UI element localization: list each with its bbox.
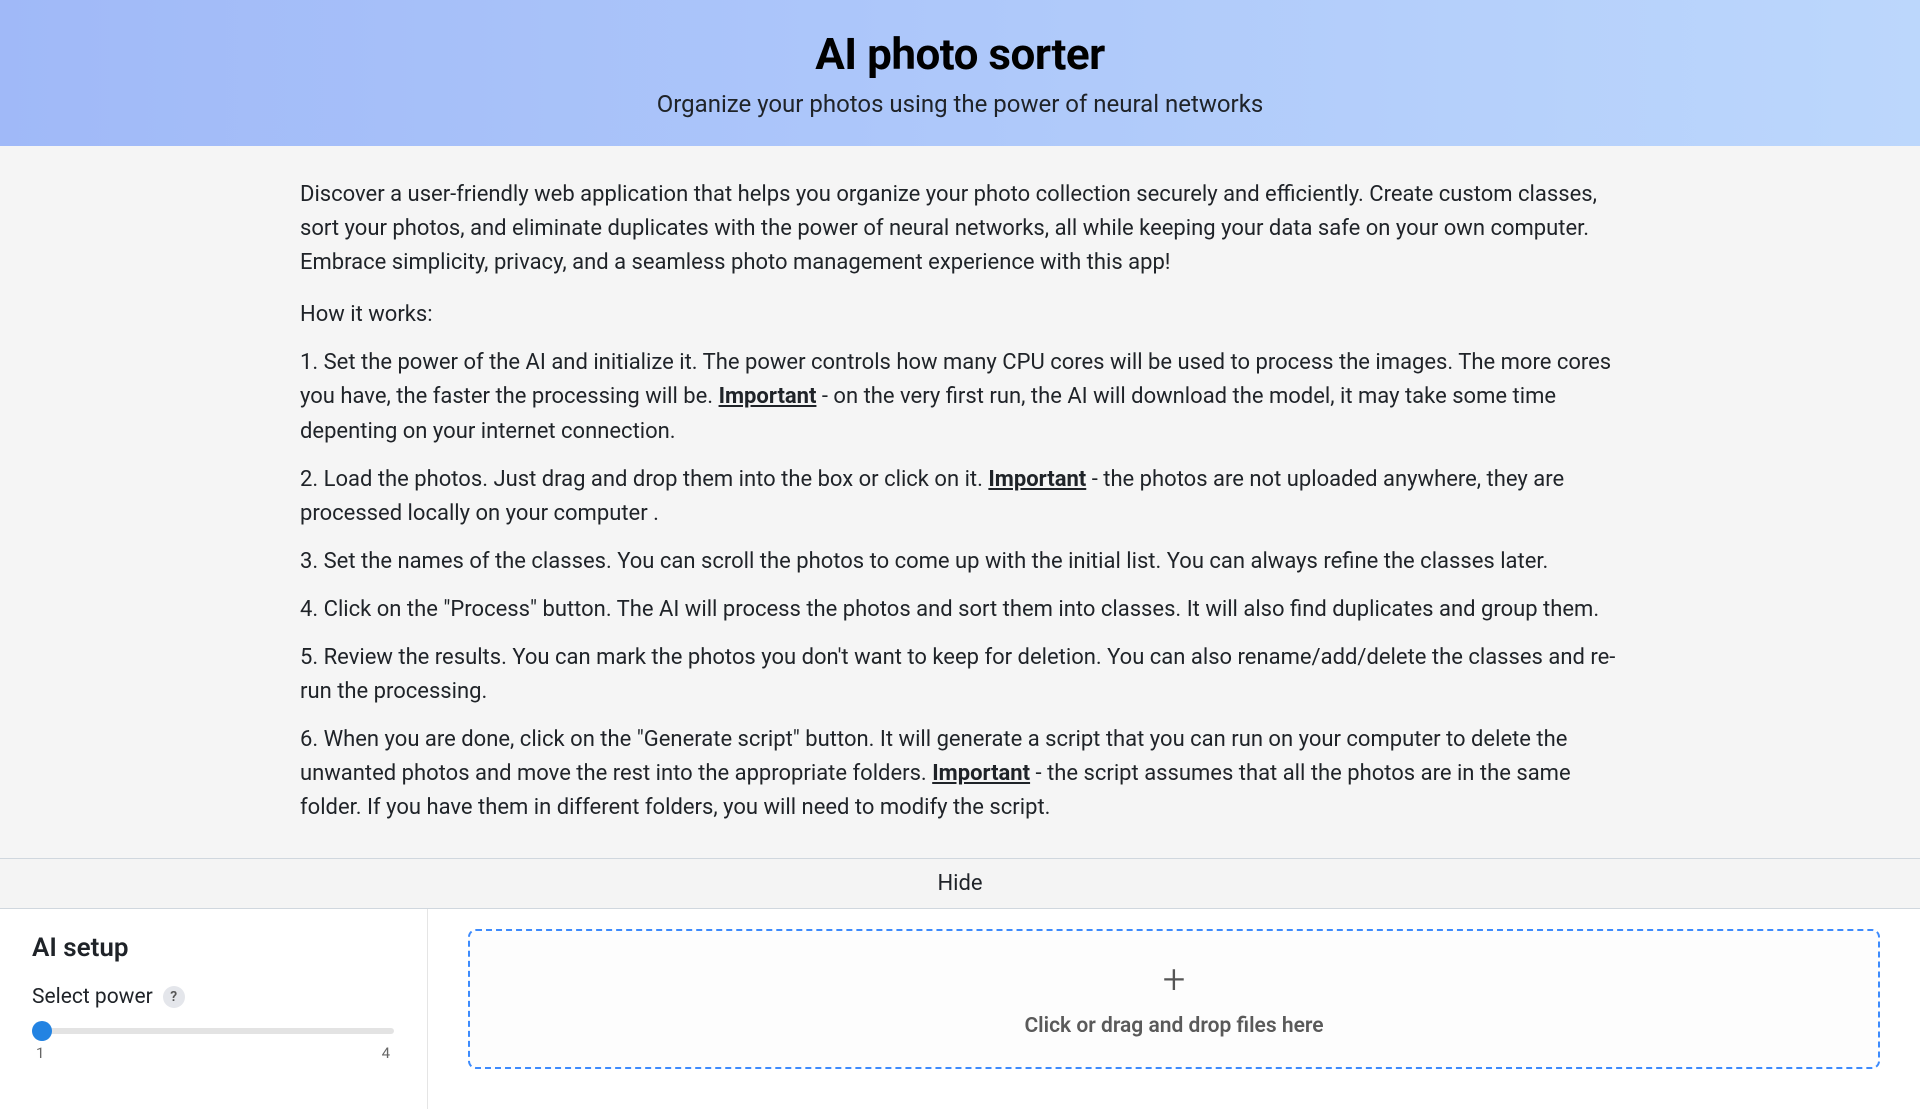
page-subtitle: Organize your photos using the power of … — [0, 90, 1920, 118]
step-1-important: Important — [719, 384, 817, 409]
step-3: 3. Set the names of the classes. You can… — [300, 545, 1620, 579]
file-dropzone[interactable]: + Click or drag and drop files here — [468, 929, 1880, 1069]
step-2-important: Important — [988, 467, 1086, 492]
how-it-works-label: How it works: — [300, 298, 1620, 332]
hide-button[interactable]: Hide — [0, 858, 1920, 909]
step-6: 6. When you are done, click on the "Gene… — [300, 723, 1620, 825]
steps-list: 1. Set the power of the AI and initializ… — [300, 346, 1620, 825]
lower-panel: AI setup Select power ? 1 4 + Click or d… — [0, 909, 1920, 1109]
slider-min-label: 1 — [36, 1044, 44, 1062]
plus-icon: + — [1163, 960, 1186, 1000]
ai-setup-heading: AI setup — [32, 933, 395, 963]
step-4: 4. Click on the "Process" button. The AI… — [300, 593, 1620, 627]
help-icon[interactable]: ? — [163, 986, 185, 1008]
step-2: 2. Load the photos. Just drag and drop t… — [300, 463, 1620, 531]
power-slider[interactable] — [32, 1028, 394, 1034]
step-6-important: Important — [932, 761, 1030, 786]
slider-max-label: 4 — [382, 1044, 390, 1062]
intro-section: Discover a user-friendly web application… — [260, 146, 1660, 858]
intro-paragraph: Discover a user-friendly web application… — [300, 178, 1620, 280]
step-1: 1. Set the power of the AI and initializ… — [300, 346, 1620, 448]
page-title: AI photo sorter — [0, 28, 1920, 80]
hero-banner: AI photo sorter Organize your photos usi… — [0, 0, 1920, 146]
ai-setup-sidebar: AI setup Select power ? 1 4 — [0, 909, 428, 1109]
power-slider-wrap: 1 4 — [32, 1019, 394, 1062]
select-power-row: Select power ? — [32, 985, 395, 1009]
slider-labels: 1 4 — [32, 1044, 394, 1062]
step-5: 5. Review the results. You can mark the … — [300, 641, 1620, 709]
step-2-text-a: 2. Load the photos. Just drag and drop t… — [300, 467, 988, 492]
select-power-label: Select power — [32, 985, 153, 1009]
dropzone-text: Click or drag and drop files here — [1024, 1014, 1323, 1038]
dropzone-wrap: + Click or drag and drop files here — [428, 909, 1920, 1109]
